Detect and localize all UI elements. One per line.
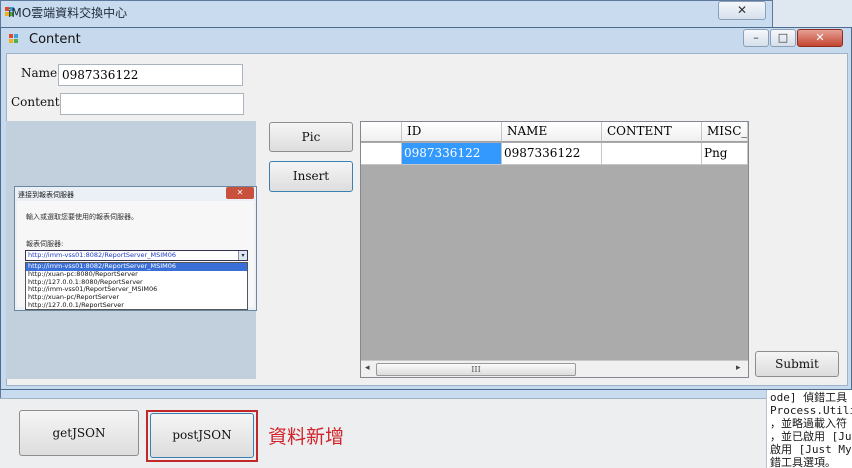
background-window-title: iMO雲端資料交換中心 — [8, 6, 128, 20]
annotation-text: 資料新增 — [268, 426, 345, 448]
content-field[interactable] — [60, 93, 244, 115]
dialog-close-icon: ✕ — [226, 187, 254, 199]
table-cell[interactable]: 0987336122 — [502, 143, 602, 165]
close-icon: ✕ — [815, 31, 825, 44]
dialog-server-option: http://127.0.0.1/ReportServer — [28, 300, 124, 309]
console-line: 錯工具選項。 — [770, 456, 836, 468]
close-button[interactable]: ✕ — [797, 29, 843, 47]
close-icon: ✕ — [736, 3, 748, 17]
dialog-combo-label: 報表伺服器: — [26, 240, 64, 248]
minimize-icon: – — [753, 31, 759, 44]
chevron-down-icon: ▾ — [238, 251, 247, 260]
window-title: Content — [29, 32, 81, 47]
dialog-description: 輸入或選取您要使用的報表伺服器。 — [26, 213, 138, 221]
name-label: Name — [21, 66, 58, 80]
table-cell[interactable]: Png — [702, 143, 748, 165]
maximize-button[interactable]: □ — [770, 29, 796, 47]
scroll-left-icon[interactable]: ◂ — [365, 363, 370, 373]
table-cell[interactable] — [602, 143, 702, 165]
annotation-highlight-box — [146, 410, 258, 462]
row-header[interactable] — [361, 143, 402, 165]
column-header-misc[interactable]: MISC_T — [702, 122, 748, 142]
content-label: Content — [11, 95, 60, 109]
column-header-content[interactable]: CONTENT — [602, 122, 702, 142]
background-window-close-button[interactable]: ✕ — [718, 1, 766, 20]
pic-button[interactable]: Pic — [269, 122, 353, 152]
name-field[interactable]: 0987336122 — [58, 64, 243, 86]
scrollbar-thumb[interactable]: III — [376, 363, 576, 376]
console-line: 啟用 [Just My — [770, 443, 852, 456]
console-line: ode] 偵錯工具 — [770, 391, 848, 404]
app-icon — [9, 34, 19, 44]
console-line: Process.Utilit — [770, 404, 852, 417]
get-json-button[interactable]: getJSON — [19, 410, 139, 456]
console-line: ，並已啟用 [Ju — [770, 430, 852, 443]
minimize-button[interactable]: – — [743, 29, 769, 47]
dialog-server-combo: http://imm-vss01:8082/ReportServer_MSIM0… — [25, 250, 248, 261]
horizontal-scrollbar[interactable]: ◂ III ▸ — [361, 360, 748, 377]
submit-button[interactable]: Submit — [755, 351, 839, 377]
insert-button[interactable]: Insert — [269, 161, 353, 192]
output-console: ode] 偵錯工具 Process.Utilit ，並略過載入符 ，並已啟用 [… — [766, 383, 852, 468]
dialog-server-list: http://imm-vss01:8082/ReportServer_MSIM0… — [25, 262, 248, 310]
scroll-right-icon[interactable]: ▸ — [736, 363, 741, 373]
column-header-name[interactable]: NAME — [502, 122, 602, 142]
row-header-corner — [361, 122, 402, 142]
table-cell[interactable]: 0987336122 — [402, 143, 502, 165]
data-grid[interactable]: ID NAME CONTENT MISC_T 0987336122 098733… — [360, 121, 749, 378]
dialog-title: 連接到報表伺服器 — [18, 191, 74, 199]
console-line: ，並略過載入符 — [770, 417, 847, 430]
column-header-id[interactable]: ID — [402, 122, 502, 142]
maximize-icon: □ — [777, 31, 789, 44]
